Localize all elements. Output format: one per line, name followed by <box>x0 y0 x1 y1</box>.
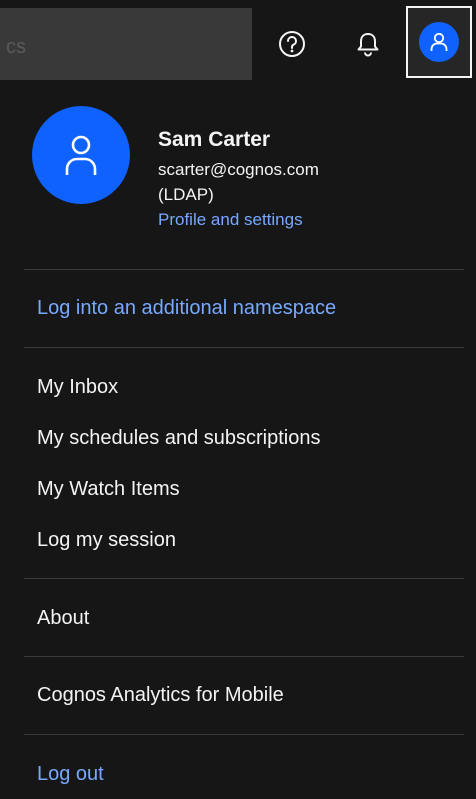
divider <box>24 269 464 270</box>
profile-menu-screen: cs Sam Carter scarter@cognos.com (LDAP) … <box>0 0 476 799</box>
user-info: Sam Carter scarter@cognos.com (LDAP) Pro… <box>32 106 452 246</box>
profile-settings-link[interactable]: Profile and settings <box>158 210 303 230</box>
additional-namespace-link[interactable]: Log into an additional namespace <box>37 297 336 320</box>
help-icon <box>279 31 305 57</box>
user-namespace: (LDAP) <box>158 185 214 204</box>
user-profile-button[interactable] <box>406 6 472 78</box>
avatar <box>32 106 130 204</box>
notifications-button[interactable] <box>332 8 404 80</box>
bell-icon <box>357 33 379 57</box>
user-large-icon <box>65 135 97 175</box>
user-name: Sam Carter <box>158 128 271 151</box>
divider <box>24 347 464 348</box>
menu-item-mobile[interactable]: Cognos Analytics for Mobile <box>37 684 284 707</box>
menu-item-inbox[interactable]: My Inbox <box>37 376 118 399</box>
avatar-small <box>419 22 459 62</box>
top-bar: cs <box>0 0 476 84</box>
menu-item-schedules[interactable]: My schedules and subscriptions <box>37 427 320 450</box>
divider <box>24 578 464 579</box>
menu-item-about[interactable]: About <box>37 607 89 630</box>
profile-panel: Sam Carter scarter@cognos.com (LDAP) Pro… <box>6 86 476 799</box>
search-text: cs <box>6 36 26 58</box>
user-icon <box>430 32 448 51</box>
help-button[interactable] <box>256 8 328 80</box>
divider <box>24 656 464 657</box>
menu-item-log-session[interactable]: Log my session <box>37 529 176 552</box>
user-email: scarter@cognos.com <box>158 160 319 179</box>
divider <box>24 734 464 735</box>
search-field[interactable]: cs <box>0 8 252 80</box>
menu-item-watch-items[interactable]: My Watch Items <box>37 478 180 501</box>
logout-link[interactable]: Log out <box>37 763 104 786</box>
